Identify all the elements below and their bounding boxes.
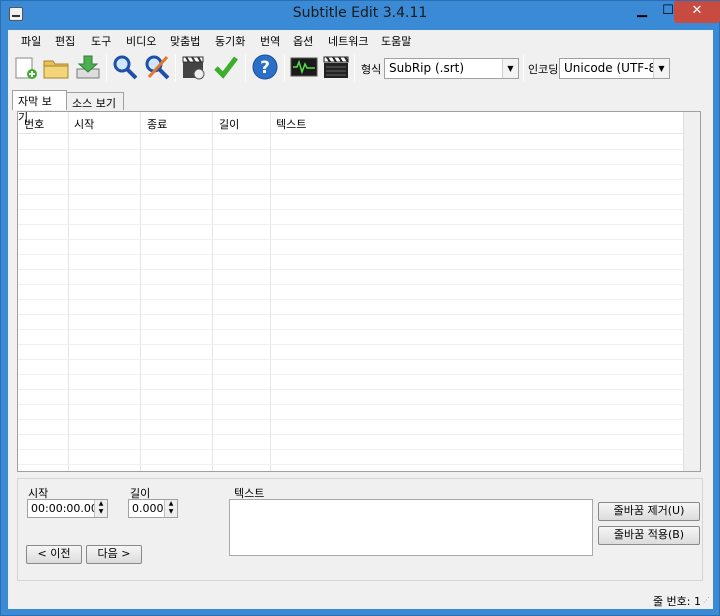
menu-network[interactable]: 네트워크	[328, 33, 368, 49]
replace-icon[interactable]	[143, 53, 171, 81]
format-label: 형식	[361, 63, 382, 76]
help-icon[interactable]: ?	[251, 53, 279, 81]
chevron-down-icon[interactable]: ▼	[502, 59, 518, 78]
menu-tools[interactable]: 도구	[91, 33, 111, 49]
format-select[interactable]: SubRip (.srt) ▼	[384, 58, 519, 79]
resize-grip-icon[interactable]: ⋰	[703, 596, 712, 605]
grid-row-line	[18, 284, 684, 285]
toolbar: ? 형식 SubRip (.srt) ▼ 인코딩 Unicode (UTF-8)…	[8, 51, 713, 85]
next-button[interactable]: 다음 >	[86, 545, 142, 564]
grid-row-line	[18, 419, 684, 420]
minimize-button[interactable]: ▁	[629, 1, 655, 23]
column-divider	[212, 112, 213, 471]
grid-row-line	[18, 389, 684, 390]
video-clapper-icon[interactable]	[180, 53, 208, 81]
grid-row-line	[18, 449, 684, 450]
grid-row-line	[18, 374, 684, 375]
svg-text:?: ?	[260, 58, 270, 78]
grid-row-line	[18, 149, 684, 150]
encoding-select[interactable]: Unicode (UTF-8) ▼	[559, 58, 670, 79]
clapperboard-icon[interactable]	[322, 53, 350, 81]
grid-row-line	[18, 299, 684, 300]
grid-row-line	[18, 209, 684, 210]
grid-row-line	[18, 329, 684, 330]
grid-row-line	[18, 254, 684, 255]
column-divider	[68, 112, 69, 471]
grid-row-line	[18, 269, 684, 270]
chevron-down-icon[interactable]: ▼	[653, 59, 669, 78]
toolbar-separator	[523, 55, 524, 81]
duration-value: 0.000	[132, 502, 164, 515]
subtitle-grid[interactable]: 번호 시작 종료 길이 텍스트	[17, 111, 701, 472]
menu-help[interactable]: 도움말	[381, 33, 411, 49]
close-button[interactable]: ✕	[674, 1, 720, 23]
subtitle-text-input[interactable]	[229, 499, 593, 556]
duration-input[interactable]: 0.000 ▲ ▼	[128, 499, 178, 518]
toolbar-separator	[354, 55, 355, 81]
menu-edit[interactable]: 편집	[55, 33, 75, 49]
menu-spellcheck[interactable]: 맞춤법	[170, 33, 200, 49]
save-download-icon[interactable]	[74, 53, 102, 81]
column-divider	[140, 112, 141, 471]
app-window: Subtitle Edit 3.4.11 ▁ ☐ ✕ 파일 편집 도구 비디오 …	[0, 0, 720, 616]
grid-row-line	[18, 344, 684, 345]
tab-source-view[interactable]: 소스 보기	[66, 92, 124, 110]
toolbar-separator	[106, 55, 107, 81]
line-number-status: 줄 번호: 1	[652, 595, 701, 608]
tab-subtitle-view[interactable]: 자막 보기	[12, 90, 67, 124]
status-bar: 줄 번호: 1 ⋰	[8, 588, 713, 609]
title-bar[interactable]: Subtitle Edit 3.4.11 ▁ ☐ ✕	[1, 1, 720, 29]
grid-row-line	[18, 464, 684, 465]
grid-row-line	[18, 239, 684, 240]
column-divider	[270, 112, 271, 471]
menu-sync[interactable]: 동기화	[215, 33, 245, 49]
grid-header: 번호 시작 종료 길이 텍스트	[18, 112, 684, 134]
column-header-duration[interactable]: 길이	[219, 116, 239, 132]
vertical-scrollbar[interactable]	[683, 112, 700, 471]
client-area: 파일 편집 도구 비디오 맞춤법 동기화 번역 옵션 네트워크 도움말 ? 형식…	[8, 30, 713, 609]
waveform-icon[interactable]	[290, 53, 318, 81]
format-value: SubRip (.srt)	[389, 61, 465, 75]
menu-options[interactable]: 옵션	[293, 33, 313, 49]
new-file-icon[interactable]	[12, 53, 40, 81]
previous-button[interactable]: < 이전	[26, 545, 82, 564]
toolbar-separator	[175, 55, 176, 81]
open-folder-icon[interactable]	[42, 53, 70, 81]
encoding-value: Unicode (UTF-8)	[564, 61, 661, 75]
grid-row-line	[18, 194, 684, 195]
toolbar-separator	[284, 55, 285, 81]
grid-row-line	[18, 404, 684, 405]
column-header-start[interactable]: 시작	[74, 116, 94, 132]
toolbar-separator	[245, 55, 246, 81]
column-header-text[interactable]: 텍스트	[276, 116, 306, 132]
grid-row-line	[18, 314, 684, 315]
window-title: Subtitle Edit 3.4.11	[292, 5, 428, 21]
grid-row-line	[18, 434, 684, 435]
check-icon[interactable]	[212, 53, 240, 81]
menu-video[interactable]: 비디오	[126, 33, 156, 49]
find-icon[interactable]	[111, 53, 139, 81]
spinner-arrows-icon[interactable]: ▲ ▼	[94, 500, 107, 517]
spinner-arrows-icon[interactable]: ▲ ▼	[164, 500, 177, 517]
menu-bar: 파일 편집 도구 비디오 맞춤법 동기화 번역 옵션 네트워크 도움말	[8, 30, 713, 50]
grid-row-line	[18, 179, 684, 180]
grid-row-line	[18, 164, 684, 165]
apply-linebreak-button[interactable]: 줄바꿈 적용(B)	[598, 526, 700, 545]
edit-panel: 시작 00:00:00.000 ▲ ▼ 길이 0.000 ▲ ▼ 텍스트 줄바꿈 제…	[17, 478, 703, 581]
start-time-input[interactable]: 00:00:00.000 ▲ ▼	[27, 499, 108, 518]
grid-row-line	[18, 359, 684, 360]
grid-row-line	[18, 224, 684, 225]
encoding-label: 인코딩	[528, 63, 559, 76]
menu-translate[interactable]: 번역	[260, 33, 280, 49]
remove-linebreak-button[interactable]: 줄바꿈 제거(U)	[598, 502, 700, 521]
column-header-end[interactable]: 종료	[147, 116, 167, 132]
menu-file[interactable]: 파일	[21, 33, 41, 49]
